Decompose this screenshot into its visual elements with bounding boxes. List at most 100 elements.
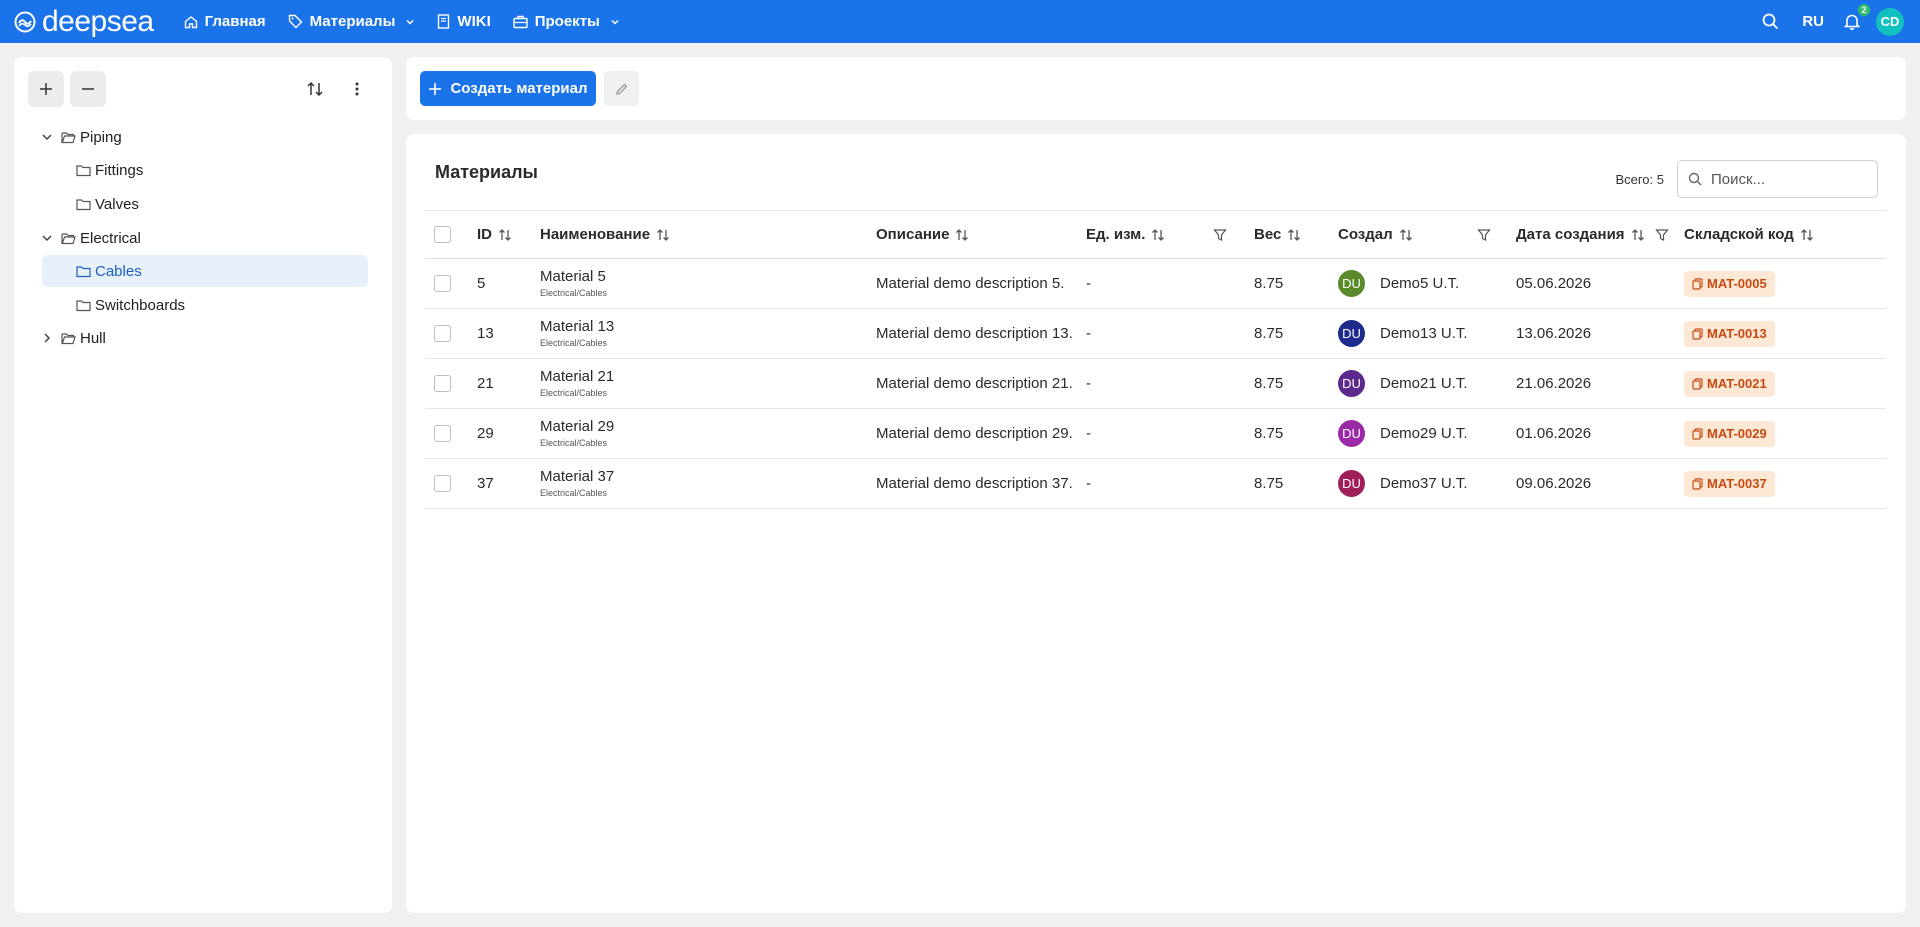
row-checkbox[interactable] bbox=[434, 375, 451, 392]
nav-home[interactable]: Главная bbox=[184, 0, 266, 43]
column-code[interactable]: Складской код bbox=[1684, 211, 1886, 259]
material-name[interactable]: Material 13 bbox=[540, 318, 876, 336]
plus-icon bbox=[429, 82, 442, 95]
material-path: Electrical/Cables bbox=[540, 287, 608, 298]
warehouse-code: MAT-0037 bbox=[1707, 476, 1767, 491]
sort-icon[interactable] bbox=[1800, 228, 1814, 242]
sort-icon[interactable] bbox=[1151, 228, 1165, 242]
sort-icon[interactable] bbox=[955, 228, 969, 242]
sort-icon[interactable] bbox=[1399, 228, 1413, 242]
avatar: DU bbox=[1338, 320, 1365, 347]
cell-weight: 8.75 bbox=[1254, 425, 1284, 442]
chevron-down-icon[interactable] bbox=[38, 128, 56, 146]
column-unit[interactable]: Ед. изм. bbox=[1086, 211, 1254, 259]
column-id[interactable]: ID bbox=[477, 211, 540, 259]
cell-unit: - bbox=[1086, 475, 1091, 492]
cell-weight: 8.75 bbox=[1254, 325, 1284, 342]
tree-node-switchboards[interactable]: Switchboards bbox=[76, 289, 185, 321]
cell-name: Material 29 Electrical/Cables bbox=[540, 409, 876, 459]
material-name[interactable]: Material 5 bbox=[540, 268, 876, 286]
cell-name: Material 5 Electrical/Cables bbox=[540, 259, 876, 309]
table-row[interactable]: 37 Material 37 Electrical/Cables Material… bbox=[425, 459, 1886, 509]
tree-node-electrical[interactable]: Electrical bbox=[38, 222, 141, 254]
cell-weight: 8.75 bbox=[1254, 275, 1284, 292]
table-row[interactable]: 21 Material 21 Electrical/Cables Material… bbox=[425, 359, 1886, 409]
row-checkbox[interactable] bbox=[434, 425, 451, 442]
nav-materials[interactable]: Материалы bbox=[288, 0, 416, 43]
sort-icon[interactable] bbox=[1287, 228, 1301, 242]
table-row[interactable]: 5 Material 5 Electrical/Cables Material d… bbox=[425, 259, 1886, 309]
chevron-right-icon[interactable] bbox=[38, 329, 56, 347]
filter-icon[interactable] bbox=[1213, 228, 1228, 242]
language-switcher[interactable]: RU bbox=[1802, 13, 1824, 30]
table-row[interactable]: 29 Material 29 Electrical/Cables Material… bbox=[425, 409, 1886, 459]
tree-more-button[interactable] bbox=[339, 71, 375, 107]
chevron-down-icon bbox=[406, 19, 414, 25]
expand-all-button[interactable] bbox=[28, 71, 64, 107]
sort-icon[interactable] bbox=[498, 228, 512, 242]
column-name[interactable]: Наименование bbox=[540, 211, 876, 259]
notifications-button[interactable]: 2 bbox=[1840, 3, 1870, 34]
cell-created: 09.06.2026 bbox=[1516, 475, 1592, 492]
cell-code: MAT-0029 bbox=[1684, 409, 1886, 459]
create-material-label: Создать материал bbox=[450, 80, 588, 97]
warehouse-code-chip[interactable]: MAT-0013 bbox=[1684, 320, 1775, 347]
warehouse-code-chip[interactable]: MAT-0029 bbox=[1684, 420, 1775, 447]
row-checkbox[interactable] bbox=[434, 475, 451, 492]
material-name[interactable]: Material 29 bbox=[540, 418, 876, 436]
notifications-count-badge: 2 bbox=[1858, 3, 1870, 16]
tree-node-hull[interactable]: Hull bbox=[38, 322, 106, 354]
materials-toolbar: Создать материал bbox=[406, 57, 1906, 120]
material-name[interactable]: Material 21 bbox=[540, 368, 876, 386]
cell-id: 29 bbox=[477, 425, 494, 442]
cell-description: Material demo description 5. bbox=[876, 275, 1065, 292]
brand-logo[interactable]: deepsea bbox=[14, 6, 154, 37]
sort-icon[interactable] bbox=[656, 228, 670, 242]
search-icon bbox=[1688, 172, 1702, 186]
global-search-button[interactable] bbox=[1758, 10, 1782, 34]
cell-creator: DU Demo5 U.T. bbox=[1338, 259, 1516, 309]
tree-node-fittings[interactable]: Fittings bbox=[76, 154, 143, 186]
collapse-all-button[interactable] bbox=[70, 71, 106, 107]
materials-panel: Материалы Всего: 5 ID Наименование Описа… bbox=[406, 134, 1906, 913]
folder-icon bbox=[76, 265, 91, 278]
row-checkbox[interactable] bbox=[434, 275, 451, 292]
cell-id: 21 bbox=[477, 375, 494, 392]
cell-code: MAT-0021 bbox=[1684, 359, 1886, 409]
user-avatar[interactable]: CD bbox=[1876, 7, 1904, 36]
warehouse-code-chip[interactable]: MAT-0021 bbox=[1684, 370, 1775, 397]
filter-icon[interactable] bbox=[1654, 228, 1669, 242]
row-checkbox[interactable] bbox=[434, 325, 451, 342]
cell-weight: 8.75 bbox=[1254, 375, 1284, 392]
edit-button[interactable] bbox=[604, 71, 639, 106]
column-created[interactable]: Дата создания bbox=[1516, 211, 1684, 259]
tree-node-cables[interactable]: Cables bbox=[42, 255, 368, 287]
material-path: Electrical/Cables bbox=[540, 487, 608, 498]
column-weight[interactable]: Вес bbox=[1254, 211, 1338, 259]
warehouse-code: MAT-0005 bbox=[1707, 276, 1767, 291]
pencil-icon bbox=[615, 83, 627, 95]
select-all-checkbox[interactable] bbox=[434, 226, 451, 243]
tree-node-piping[interactable]: Piping bbox=[38, 121, 122, 153]
sort-icon bbox=[307, 81, 323, 97]
material-name[interactable]: Material 37 bbox=[540, 468, 876, 486]
plus-icon bbox=[40, 83, 52, 95]
warehouse-code-chip[interactable]: MAT-0037 bbox=[1684, 470, 1775, 497]
tree-node-valves[interactable]: Valves bbox=[76, 188, 139, 220]
column-id-label: ID bbox=[477, 226, 492, 243]
warehouse-code: MAT-0021 bbox=[1707, 376, 1767, 391]
sort-icon[interactable] bbox=[1631, 228, 1645, 242]
chevron-down-icon[interactable] bbox=[38, 229, 56, 247]
search-box[interactable] bbox=[1677, 160, 1878, 198]
nav-projects[interactable]: Проекты bbox=[513, 0, 620, 43]
sort-tree-button[interactable] bbox=[297, 71, 333, 107]
warehouse-code-chip[interactable]: MAT-0005 bbox=[1684, 270, 1775, 297]
column-description[interactable]: Описание bbox=[876, 211, 1086, 259]
search-input[interactable] bbox=[1711, 170, 1861, 188]
topbar-actions: RU 2 CD bbox=[1758, 0, 1920, 43]
nav-wiki[interactable]: WIKI bbox=[437, 0, 491, 43]
table-row[interactable]: 13 Material 13 Electrical/Cables Material… bbox=[425, 309, 1886, 359]
column-creator[interactable]: Создал bbox=[1338, 211, 1516, 259]
create-material-button[interactable]: Создать материал bbox=[420, 71, 596, 106]
filter-icon[interactable] bbox=[1476, 228, 1491, 242]
